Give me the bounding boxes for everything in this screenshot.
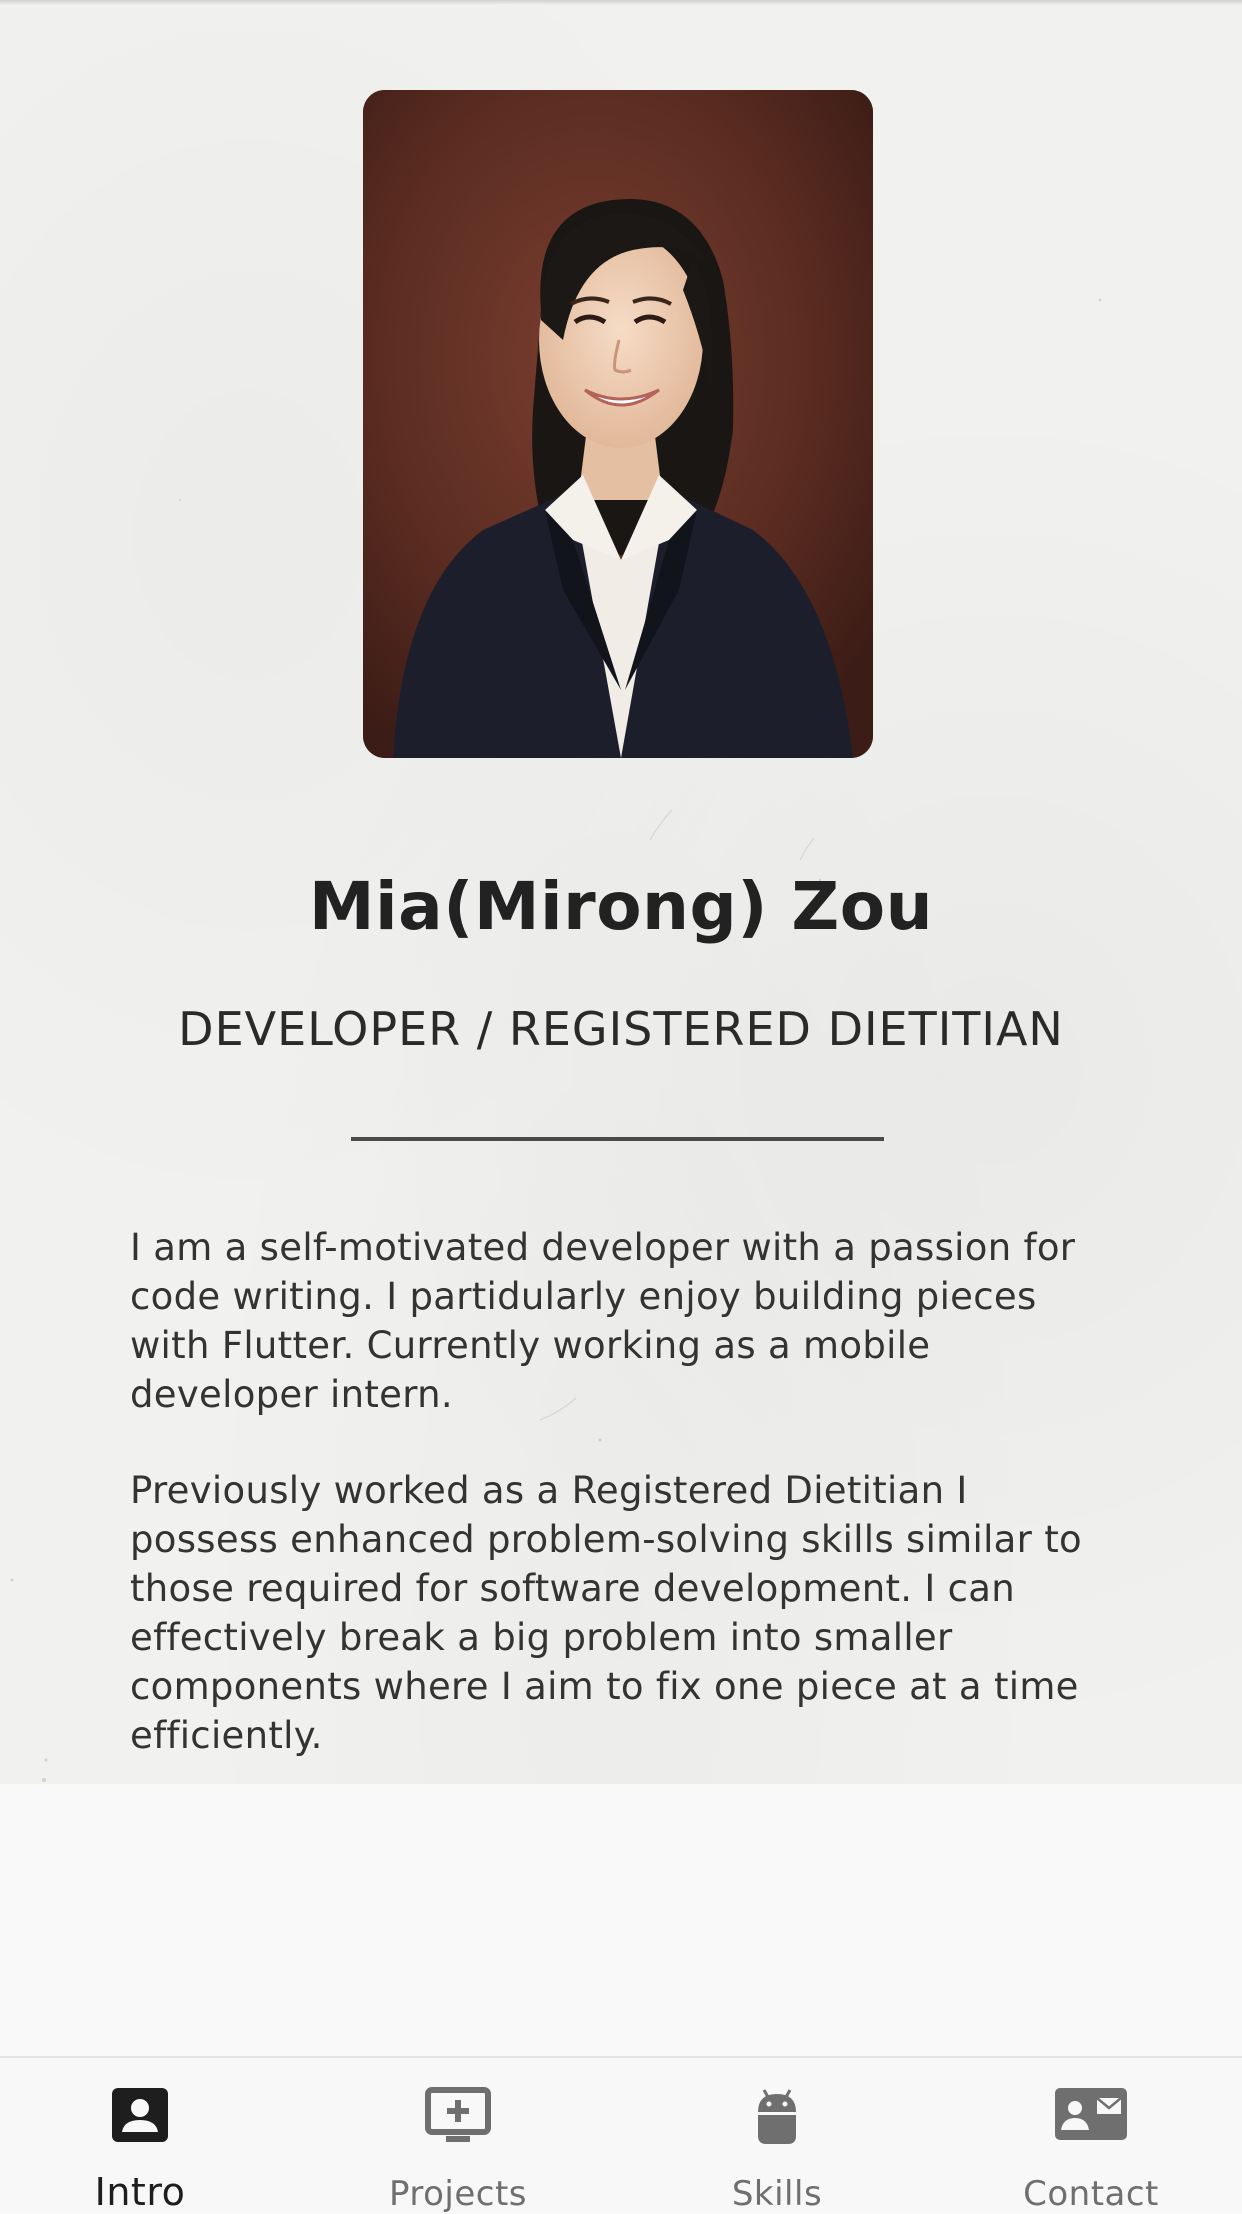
tab-projects[interactable]: Projects bbox=[303, 2058, 613, 2214]
tab-skills-label: Skills bbox=[731, 2174, 823, 2214]
paper-background: Mia(Mirong) Zou DEVELOPER / REGISTERED D… bbox=[0, 0, 1242, 1784]
tab-skills[interactable]: Skills bbox=[622, 2058, 932, 2214]
tab-intro[interactable]: Intro bbox=[0, 2058, 280, 2214]
bio-paragraph-1: I am a self-motivated developer with a p… bbox=[130, 1226, 1076, 1416]
profile-name: Mia(Mirong) Zou bbox=[308, 868, 934, 945]
add-to-screen-icon bbox=[424, 2086, 492, 2150]
intro-screen: Mia(Mirong) Zou DEVELOPER / REGISTERED D… bbox=[0, 0, 1242, 2214]
bottom-tab-bar: Intro Projects Skills Contact bbox=[0, 2056, 1242, 2214]
person-badge-icon bbox=[110, 2086, 170, 2148]
tab-contact[interactable]: Contact bbox=[940, 2058, 1242, 2214]
tab-intro-label: Intro bbox=[94, 2170, 186, 2214]
contact-card-icon bbox=[1053, 2086, 1129, 2146]
status-shadow bbox=[0, 0, 1242, 5]
tab-contact-label: Contact bbox=[1023, 2174, 1159, 2214]
android-icon bbox=[752, 2086, 802, 2152]
bio-paragraph-2: Previously worked as a Registered Dietit… bbox=[130, 1469, 1082, 1757]
profile-photo bbox=[363, 90, 873, 758]
profile-title: DEVELOPER / REGISTERED DIETITIAN bbox=[178, 1002, 1064, 1056]
tab-projects-label: Projects bbox=[388, 2174, 528, 2214]
section-divider bbox=[351, 1137, 884, 1141]
